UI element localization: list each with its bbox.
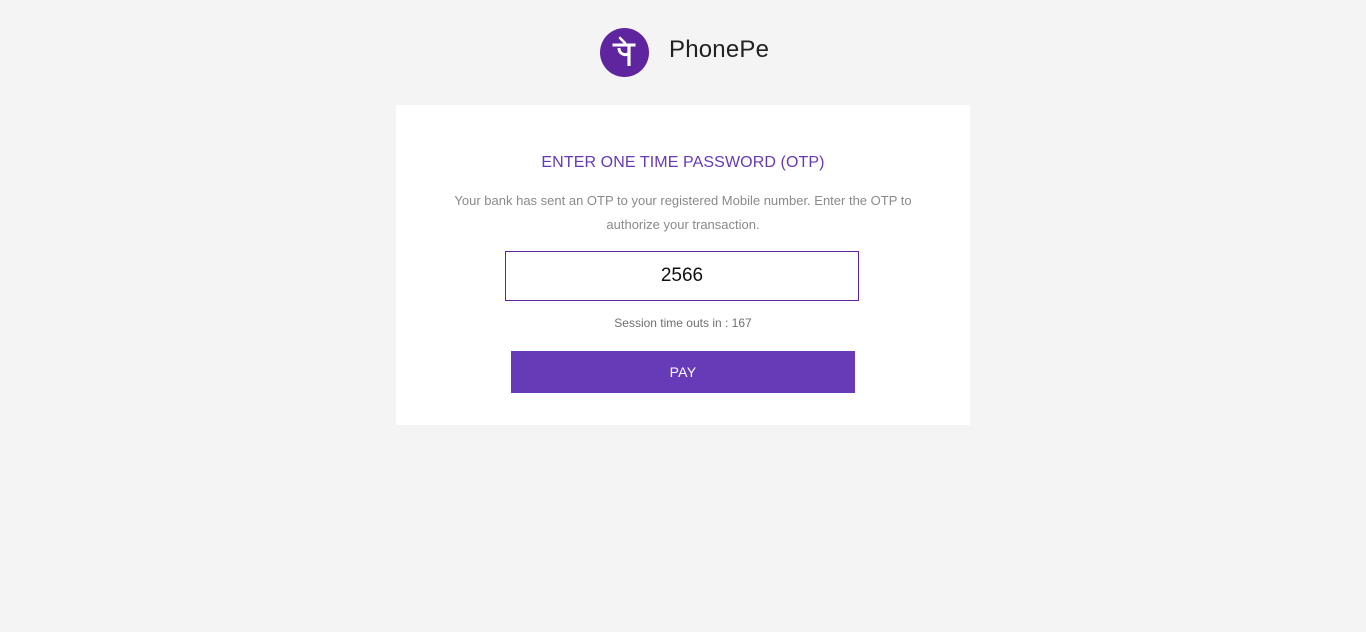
otp-description: Your bank has sent an OTP to your regist… <box>454 193 912 232</box>
brand-block: PhonePe <box>600 28 769 77</box>
otp-title: ENTER ONE TIME PASSWORD (OTP) <box>541 154 825 171</box>
otp-input[interactable] <box>505 251 859 301</box>
pay-button[interactable]: PAY <box>511 351 855 393</box>
otp-card: ENTER ONE TIME PASSWORD (OTP) Your bank … <box>396 105 970 425</box>
session-timeout-text: Session time outs in : 167 <box>614 316 752 330</box>
brand-name: PhonePe <box>669 35 770 63</box>
phonepe-logo-icon <box>600 28 649 77</box>
header: PhonePe <box>0 0 1366 104</box>
